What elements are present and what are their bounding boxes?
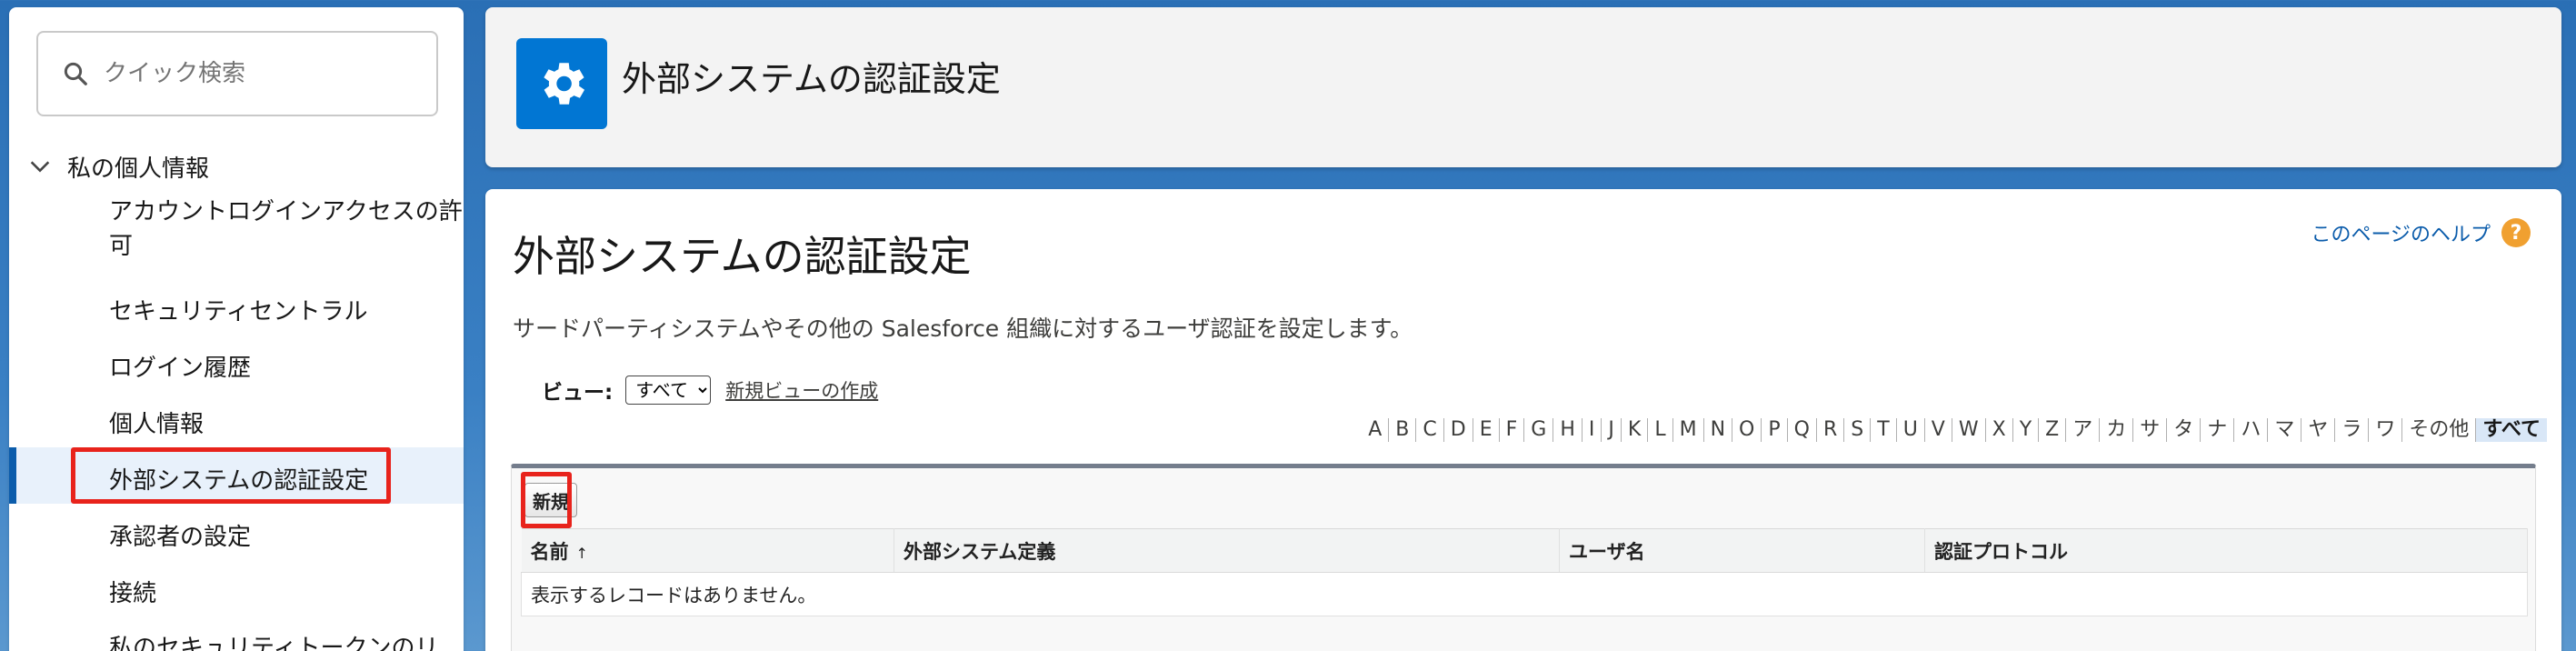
alpha-filter-item[interactable]: Y <box>2013 418 2040 442</box>
sidebar-item-connections[interactable]: 接続 <box>109 576 464 611</box>
alpha-filter-item[interactable]: すべて <box>2476 418 2547 442</box>
alpha-filter-item[interactable]: ナ <box>2201 418 2235 442</box>
highlight-box-new-button <box>521 472 572 528</box>
help-link-label: このページのヘルプ <box>2311 224 2491 246</box>
page-header: 外部システムの認証設定 <box>485 7 2561 167</box>
alpha-filter-item[interactable]: G <box>1524 418 1554 442</box>
alpha-filter-item[interactable]: W <box>1952 418 1986 442</box>
table-row: 表示するレコードはありません。 <box>521 572 2528 616</box>
alpha-filter-item[interactable]: カ <box>2100 418 2134 442</box>
alpha-filter-item[interactable]: その他 <box>2402 418 2477 442</box>
alpha-filter-item[interactable]: P <box>1762 418 1788 442</box>
sort-ascending-icon: ↑ <box>575 544 588 562</box>
alpha-filter-item[interactable]: K <box>1622 418 1649 442</box>
alpha-filter-item[interactable]: ワ <box>2369 418 2403 442</box>
section-label: 私の個人情報 <box>67 155 210 183</box>
empty-message: 表示するレコードはありません。 <box>521 572 2528 616</box>
view-select[interactable]: すべて <box>625 376 712 405</box>
alpha-filter-item[interactable]: L <box>1648 418 1673 442</box>
sidebar-item-account-login-access[interactable]: アカウントログインアクセスの許可 <box>109 195 464 264</box>
alpha-filter-item[interactable]: B <box>1389 418 1417 442</box>
sidebar-item-login-history[interactable]: ログイン履歴 <box>109 351 464 386</box>
new-view-link[interactable]: 新規ビューの作成 <box>725 376 878 404</box>
alpha-filter-item[interactable]: V <box>1925 418 1952 442</box>
alpha-filter-item[interactable]: N <box>1704 418 1733 442</box>
table-header-row: 名前 ↑ 外部システム定義 ユーザ名 認証プロトコル <box>521 528 2528 573</box>
records-table: 名前 ↑ 外部システム定義 ユーザ名 認証プロトコル 表示するレコードはありません… <box>521 528 2528 616</box>
column-header-username[interactable]: ユーザ名 <box>1559 528 1925 573</box>
alpha-filter-item[interactable]: マ <box>2268 418 2302 442</box>
alpha-filter-item[interactable]: J <box>1602 418 1622 442</box>
alpha-filter-item[interactable]: ア <box>2066 418 2101 442</box>
alpha-filter-item[interactable]: E <box>1473 418 1500 442</box>
alpha-filter-item[interactable]: ヤ <box>2301 418 2336 442</box>
alpha-filter-item[interactable]: X <box>1986 418 2013 442</box>
alpha-filter-item[interactable]: D <box>1444 418 1473 442</box>
highlight-box-sidebar <box>71 447 391 504</box>
alpha-filter-item[interactable]: R <box>1817 418 1845 442</box>
sidebar-item-security-central[interactable]: セキュリティセントラル <box>109 295 464 329</box>
view-selector-row: ビュー: すべて 新規ビューの作成 <box>542 375 878 406</box>
sidebar: 私の個人情報 アカウントログインアクセスの許可 セキュリティセントラル ログイン… <box>9 7 464 651</box>
alpha-filter-item[interactable]: S <box>1844 418 1872 442</box>
alpha-filter-item[interactable]: Z <box>2039 418 2067 442</box>
header-title: 外部システムの認証設定 <box>622 59 1001 99</box>
alpha-filter-item[interactable]: M <box>1673 418 1704 442</box>
view-label: ビュー: <box>542 381 614 405</box>
column-header-auth-protocol[interactable]: 認証プロトコル <box>1924 528 2528 573</box>
quick-search-box[interactable] <box>36 31 438 116</box>
column-header-external-system[interactable]: 外部システム定義 <box>894 528 1560 573</box>
alpha-filter-item[interactable]: サ <box>2133 418 2168 442</box>
list-view: 新規 名前 ↑ 外部システム定義 ユーザ名 認証プロトコル 表示するレコードはあり… <box>511 464 2536 651</box>
help-icon: ? <box>2501 218 2531 247</box>
section-my-personal-info[interactable]: 私の個人情報 <box>27 144 209 189</box>
alpha-filter-item[interactable]: C <box>1416 418 1444 442</box>
alphabet-filter: A B C D E F G H I J K L M N O P Q R S T U V W X Y Z アカサタナハマヤラワその他す… <box>1362 418 2547 442</box>
gear-icon <box>544 63 585 105</box>
main-content: 外部システムの認証設定 このページのヘルプ ? サードパーティシステムやその他の… <box>485 189 2561 651</box>
page-title: 外部システムの認証設定 <box>513 232 972 281</box>
column-header-name[interactable]: 名前 ↑ <box>521 528 894 573</box>
alpha-filter-item[interactable]: F <box>1500 418 1525 442</box>
sidebar-item-personal-info[interactable]: 個人情報 <box>109 407 464 442</box>
search-icon <box>64 62 87 85</box>
quick-search-input[interactable] <box>104 60 413 87</box>
chevron-down-icon <box>30 161 50 173</box>
alpha-filter-item[interactable]: A <box>1362 418 1390 442</box>
sidebar-item-approver-settings[interactable]: 承認者の設定 <box>109 520 464 555</box>
alpha-filter-item[interactable]: ラ <box>2335 418 2370 442</box>
help-link[interactable]: このページのヘルプ ? <box>2311 218 2531 247</box>
alpha-filter-item[interactable]: Q <box>1788 418 1817 442</box>
sidebar-item-security-token[interactable]: 私のセキュリティトークンのリ <box>109 631 464 651</box>
alpha-filter-item[interactable]: ハ <box>2234 418 2269 442</box>
alpha-filter-item[interactable]: O <box>1732 418 1762 442</box>
alpha-filter-item[interactable]: U <box>1897 418 1925 442</box>
header-icon-tile <box>516 38 607 129</box>
alpha-filter-item[interactable]: I <box>1583 418 1603 442</box>
page-description: サードパーティシステムやその他の Salesforce 組織に対するユーザ認証を… <box>513 315 1413 342</box>
alpha-filter-item[interactable]: タ <box>2167 418 2202 442</box>
alpha-filter-item[interactable]: T <box>1871 418 1897 442</box>
alpha-filter-item[interactable]: H <box>1553 418 1583 442</box>
